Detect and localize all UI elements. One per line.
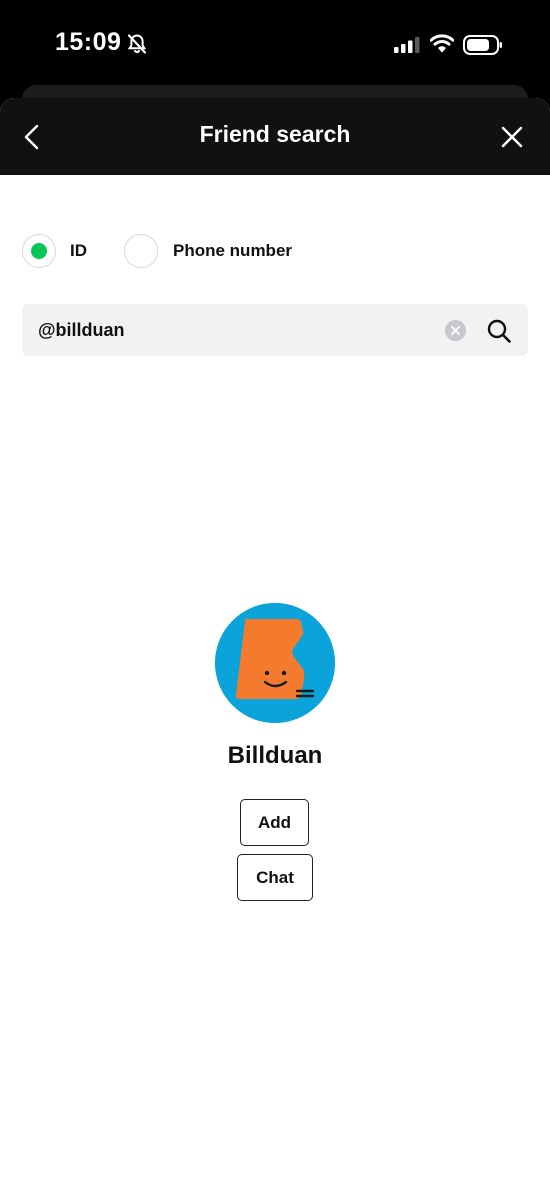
radio-option-phone-number[interactable]: Phone number	[124, 234, 292, 268]
battery-icon	[463, 35, 502, 55]
search-input[interactable]	[38, 304, 438, 356]
close-icon[interactable]	[495, 120, 529, 154]
status-time: 15:09	[55, 28, 122, 56]
add-friend-button[interactable]: Add	[240, 799, 309, 846]
page-title: Friend search	[199, 121, 351, 147]
clear-icon[interactable]	[445, 320, 466, 341]
search-icon[interactable]	[486, 318, 512, 344]
friend-search-sheet: Friend search ID Phone number @billduan …	[0, 98, 550, 1192]
chat-button[interactable]: Chat	[237, 854, 313, 901]
nav-bar: Friend search	[0, 98, 550, 175]
avatar	[215, 603, 335, 723]
radio-label-phone-number: Phone number	[173, 241, 293, 260]
signal-icon	[394, 37, 420, 53]
radio-checked-icon[interactable]	[22, 234, 56, 268]
result-name: Billduan	[227, 742, 323, 769]
status-bar: 15:09	[0, 0, 550, 90]
wifi-icon	[430, 34, 454, 53]
radio-option-id[interactable]: ID	[22, 234, 87, 268]
search-box	[22, 304, 528, 356]
radio-unchecked-icon[interactable]	[124, 234, 158, 268]
bell-slash-icon	[127, 34, 147, 54]
radio-label-id: ID	[70, 241, 87, 260]
